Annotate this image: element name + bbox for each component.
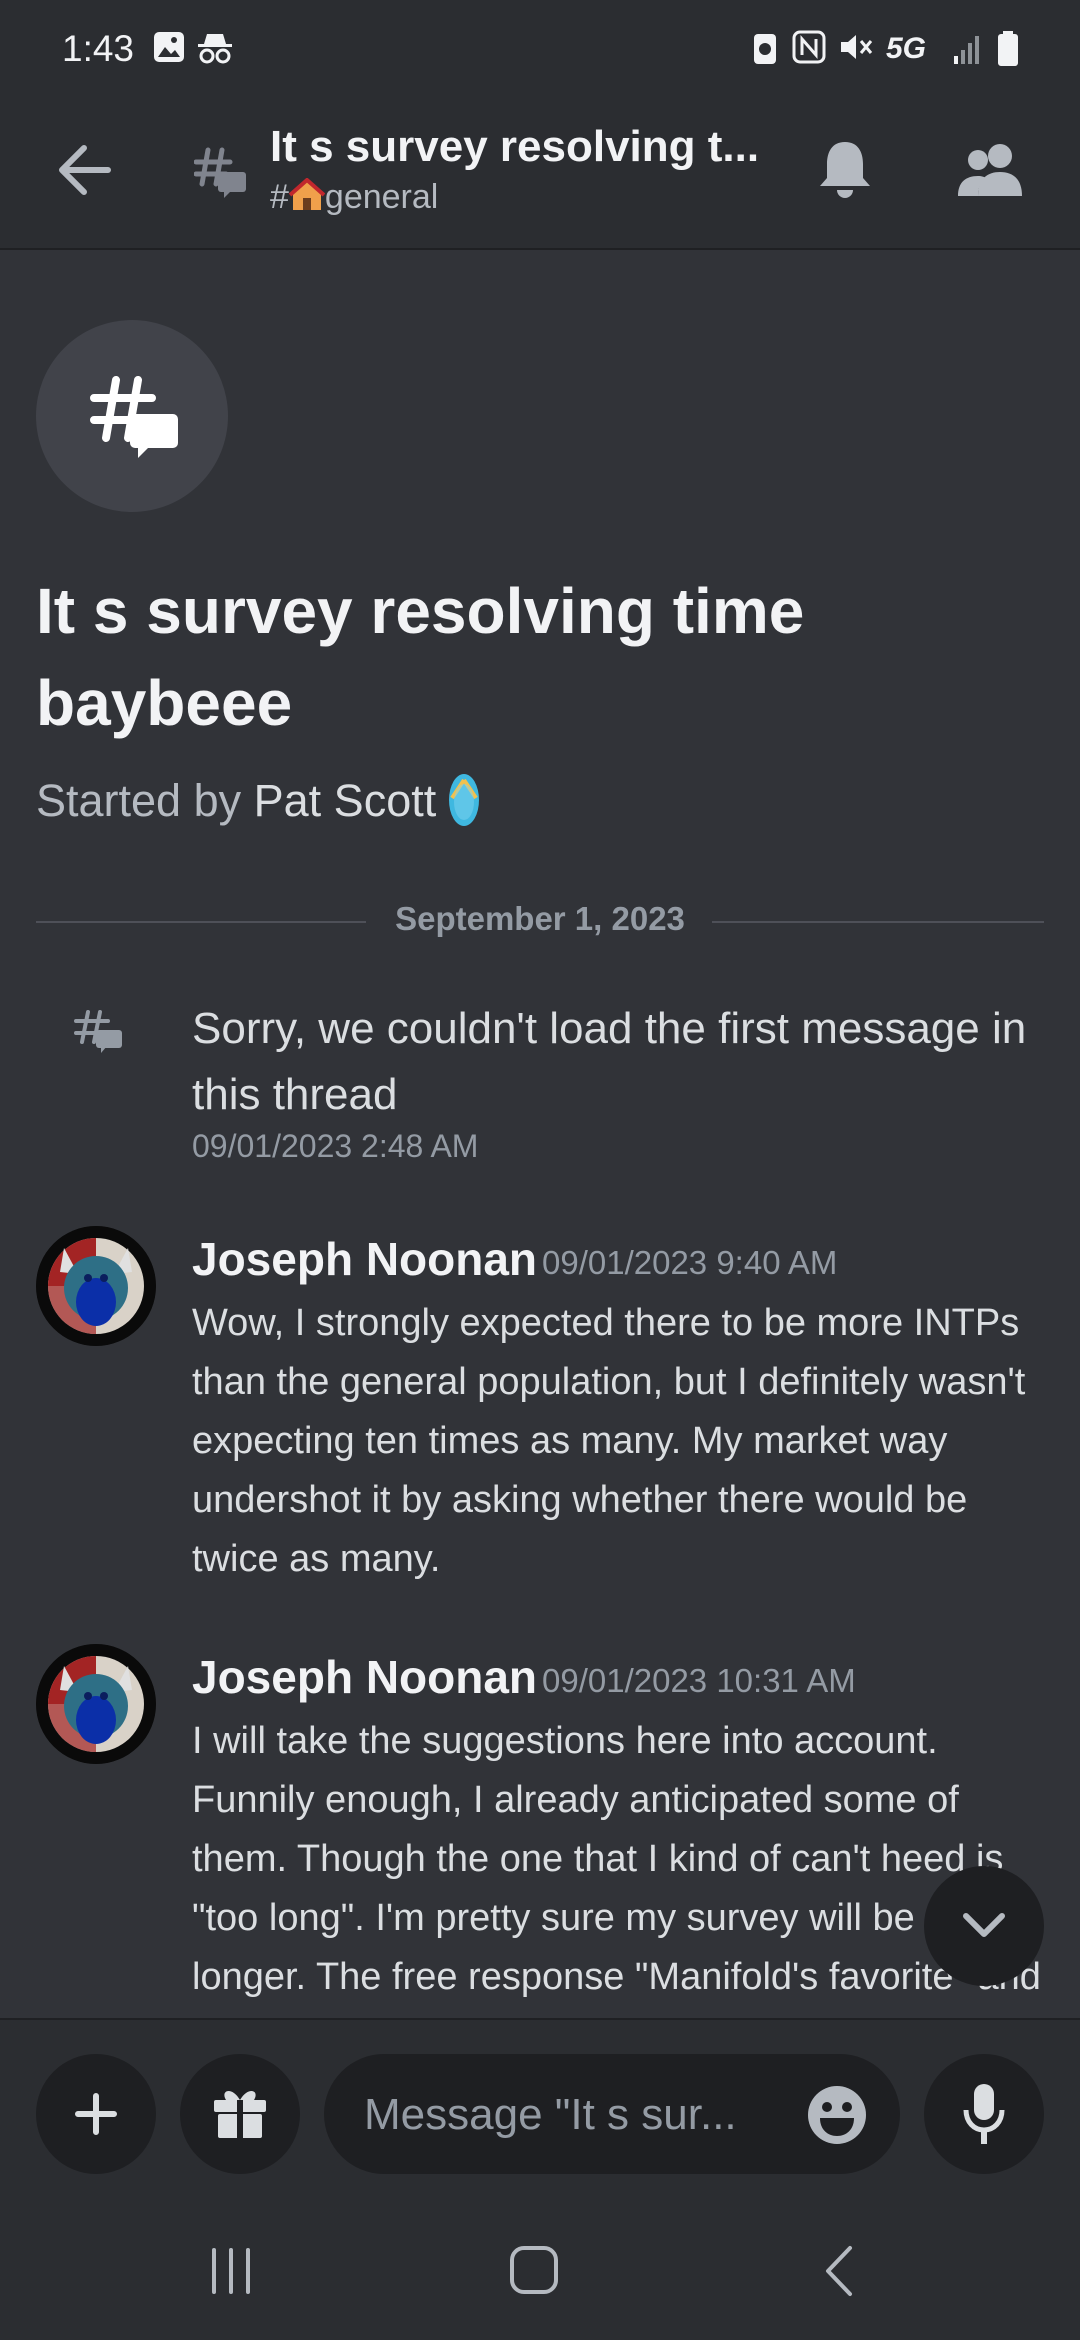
thread-header: It s survey resolving t... # general <box>0 100 1080 250</box>
thread-author[interactable]: Pat Scott <box>254 775 437 826</box>
message-item[interactable]: Joseph Noonan 09/01/2023 10:31 AM I will… <box>0 1644 1080 2018</box>
signal-icon <box>954 36 979 64</box>
message-author[interactable]: Joseph Noonan <box>192 1650 537 1704</box>
divider-line-right <box>712 921 1044 923</box>
gift-button[interactable] <box>180 2054 300 2174</box>
message-timestamp: 09/01/2023 10:31 AM <box>542 1662 856 1699</box>
status-time: 1:43 <box>62 28 135 69</box>
system-nav-bar <box>0 2198 1080 2340</box>
divider-line-left <box>36 921 366 923</box>
message-list-viewport: Joseph Noonan 09/01/2023 10:31 AM I will… <box>0 1620 1080 2018</box>
emoji-icon[interactable] <box>806 2084 868 2146</box>
message-body: I will take the suggestions here into ac… <box>192 1720 1041 2018</box>
gallery-icon <box>154 32 184 62</box>
system-message-timestamp: 09/01/2023 2:48 AM <box>192 1128 479 1164</box>
network-type-label: 5G <box>886 32 927 65</box>
chevron-down-icon <box>963 1913 1005 1937</box>
started-by-label: Started by <box>36 775 242 826</box>
header-channel[interactable]: # general <box>270 177 439 217</box>
add-attachment-button[interactable] <box>36 2054 156 2174</box>
scroll-to-bottom-button[interactable] <box>924 1866 1044 1986</box>
battery-saver-icon <box>754 34 776 64</box>
thread-icon <box>194 147 246 198</box>
channel-name: general <box>324 178 439 216</box>
bell-icon[interactable] <box>816 138 874 202</box>
message-timestamp: 09/01/2023 9:40 AM <box>542 1244 838 1281</box>
date-divider: September 1, 2023 <box>395 900 685 937</box>
system-message-text: Sorry, we couldn't load the first messag… <box>192 1004 1027 1119</box>
thread-title: It s survey resolving time baybeee <box>36 575 805 739</box>
channel-hash: # <box>270 178 289 216</box>
voice-message-button[interactable] <box>924 2054 1044 2174</box>
back-arrow-icon[interactable] <box>54 140 114 200</box>
home-icon[interactable] <box>508 2244 560 2296</box>
message-body: Wow, I strongly expected there to be mor… <box>192 1302 1026 1580</box>
thread-icon-large <box>36 320 228 512</box>
mute-icon <box>841 35 873 59</box>
incognito-icon <box>198 34 232 64</box>
gift-icon <box>214 2090 266 2138</box>
status-bar: 1:43 5G <box>0 0 1080 100</box>
recent-apps-icon[interactable] <box>206 2246 256 2296</box>
nfc-icon <box>792 30 826 64</box>
avatar[interactable] <box>36 1644 156 1764</box>
avatar[interactable] <box>36 1226 156 1346</box>
thread-icon <box>90 376 178 458</box>
message-item[interactable]: Joseph Noonan 09/01/2023 9:40 AM Wow, I … <box>0 1226 1080 1586</box>
message-input[interactable]: Message "It s sur... <box>324 2054 900 2174</box>
message-composer: Message "It s sur... <box>0 2018 1080 2200</box>
plus-icon <box>75 2093 117 2135</box>
back-icon[interactable] <box>820 2244 860 2298</box>
battery-icon <box>998 31 1018 66</box>
flip-flop-emoji-icon <box>442 772 486 828</box>
message-input-placeholder: Message "It s sur... <box>364 2090 737 2139</box>
microphone-icon <box>963 2084 1005 2144</box>
header-title[interactable]: It s survey resolving t... <box>270 122 770 172</box>
message-author[interactable]: Joseph Noonan <box>192 1232 537 1286</box>
started-by: Started by Pat Scott <box>36 772 486 828</box>
members-icon[interactable] <box>956 140 1024 198</box>
thread-icon <box>74 1010 122 1053</box>
house-emoji-icon <box>288 177 326 212</box>
